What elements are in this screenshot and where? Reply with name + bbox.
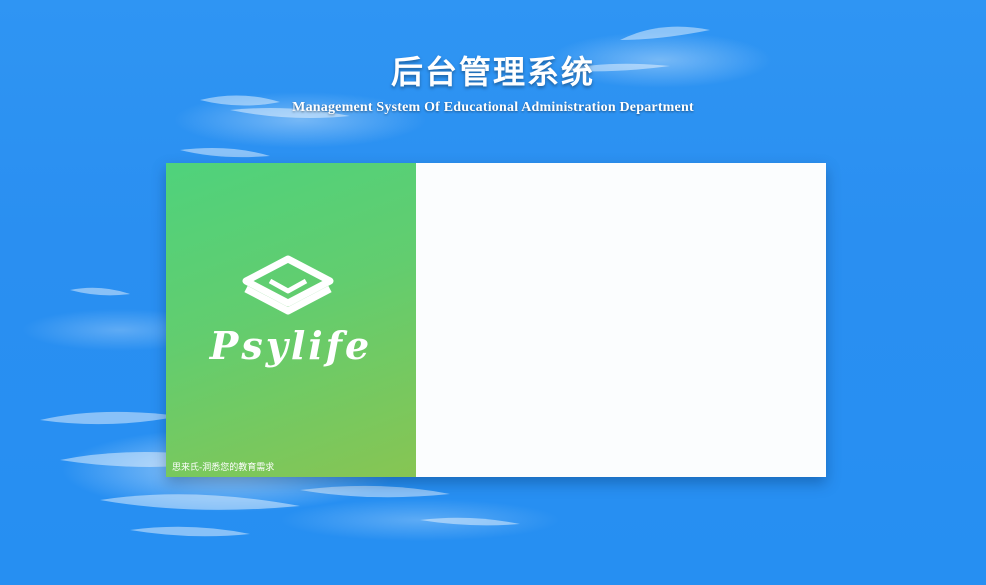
- header: 后台管理系统 Management System Of Educational …: [0, 50, 986, 116]
- page-title: 后台管理系统: [390, 53, 595, 91]
- psylife-cube-icon: [242, 255, 334, 315]
- login-panel: Psylife 思来氏-洞悉您的教育需求: [166, 163, 826, 477]
- brand-logo-text: Psylife: [209, 323, 373, 368]
- page-subtitle: Management System Of Educational Adminis…: [292, 100, 694, 115]
- brand-panel: Psylife 思来氏-洞悉您的教育需求: [166, 163, 416, 477]
- brand-slogan: 思来氏-洞悉您的教育需求: [172, 463, 275, 473]
- login-form-area: [416, 163, 826, 477]
